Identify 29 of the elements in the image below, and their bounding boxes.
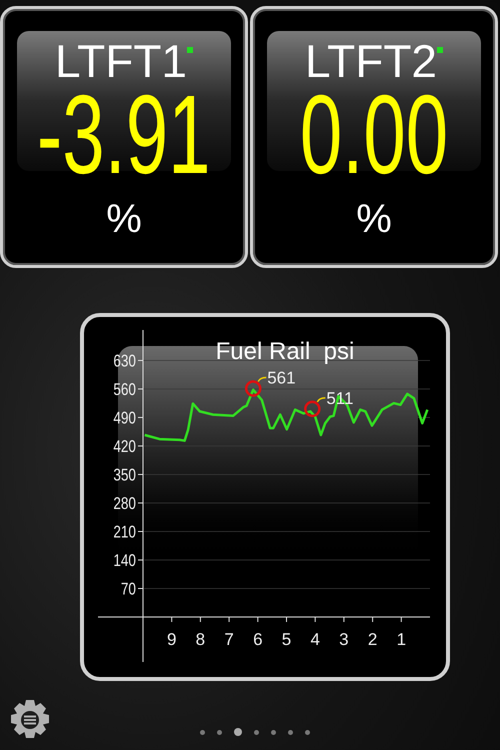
x-tick-label: 9 bbox=[166, 630, 176, 649]
leader-line bbox=[316, 397, 326, 402]
x-tick-label: 8 bbox=[196, 630, 206, 649]
x-tick-label: 3 bbox=[339, 630, 349, 649]
x-tick-label: 4 bbox=[310, 630, 320, 649]
y-tick-label: 280 bbox=[113, 494, 136, 514]
annotation-label: 561 bbox=[267, 368, 296, 388]
x-tick-label: 7 bbox=[224, 630, 234, 649]
y-tick-label: 350 bbox=[113, 466, 136, 485]
leader-line bbox=[258, 376, 266, 382]
y-tick-label: 210 bbox=[113, 523, 136, 542]
gauge-title: LTFT1 bbox=[54, 35, 188, 87]
y-tick-label: 70 bbox=[120, 580, 136, 599]
x-tick-label: 1 bbox=[396, 630, 406, 649]
gauge-value: -3.91 bbox=[37, 87, 211, 183]
x-tick-label: 5 bbox=[282, 630, 292, 649]
x-tick-label: 6 bbox=[253, 630, 263, 649]
marker-circle bbox=[304, 400, 321, 418]
y-tick-label: 420 bbox=[113, 438, 136, 456]
gauge-unit: % bbox=[106, 197, 142, 241]
y-tick-label: 490 bbox=[113, 409, 136, 428]
y-tick-label: 560 bbox=[113, 380, 136, 400]
x-tick-label: 2 bbox=[368, 630, 378, 649]
marker-circle bbox=[244, 380, 262, 397]
gauge-value: 0.00 bbox=[300, 87, 448, 183]
gauge-title: LTFT2 bbox=[304, 35, 438, 87]
y-tick-label: 140 bbox=[113, 552, 136, 570]
gauge-unit: % bbox=[356, 197, 392, 241]
chart-title: Fuel Rail psi bbox=[216, 338, 354, 366]
